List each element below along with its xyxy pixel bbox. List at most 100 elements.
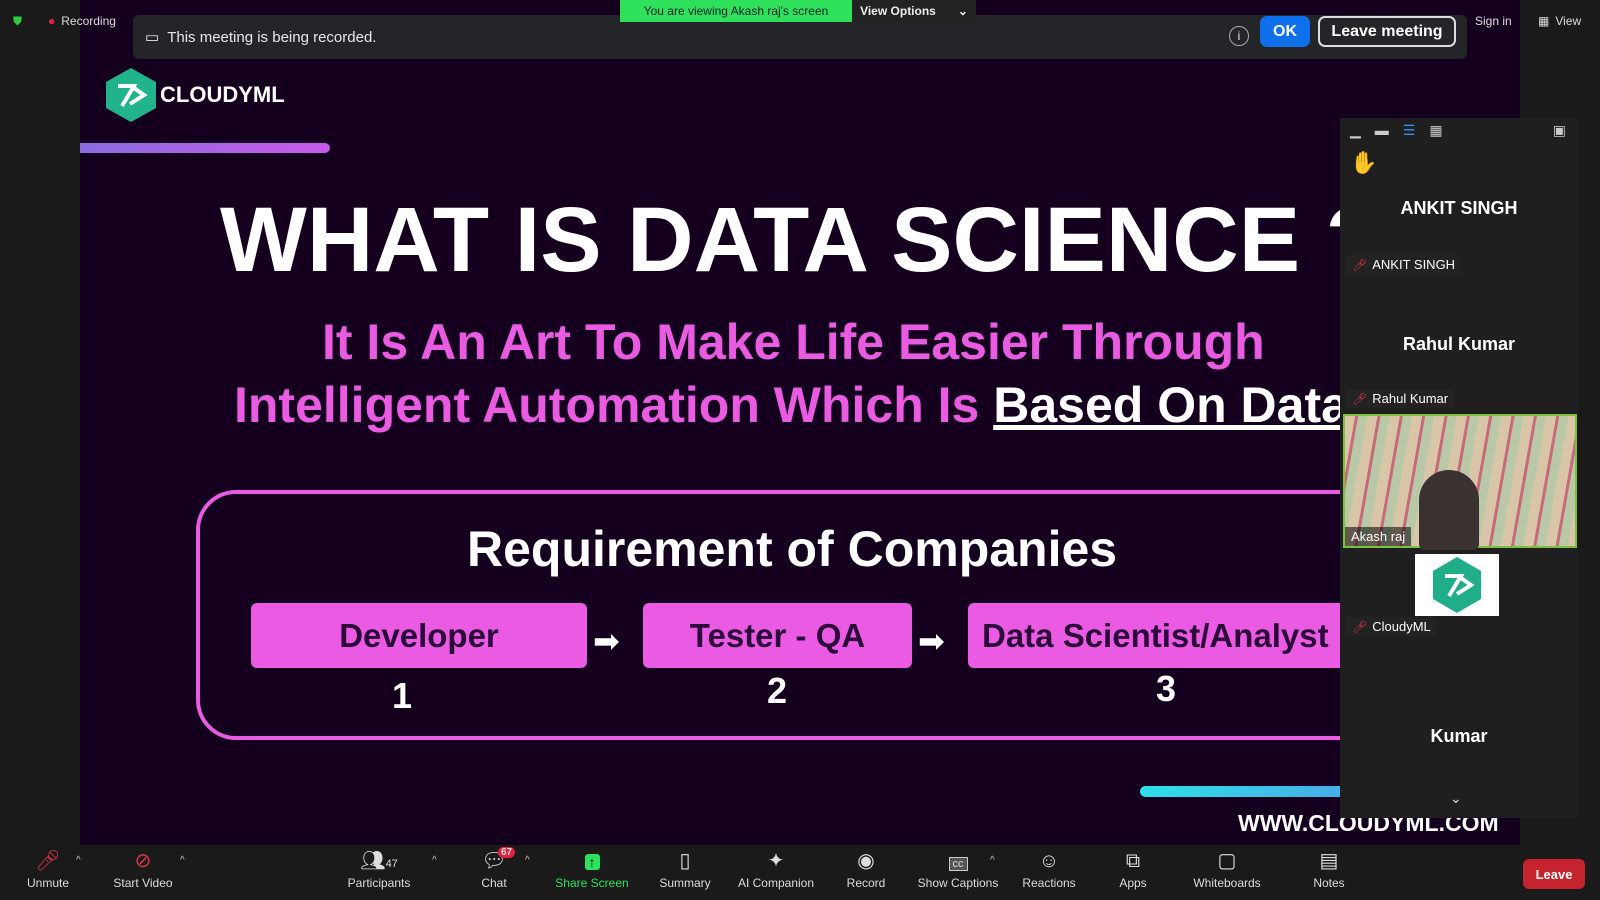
whiteboard-icon: ▢ <box>1217 850 1237 872</box>
mic-muted-icon: 🎤︎ <box>35 850 61 872</box>
caret-up-icon[interactable]: ^ <box>990 855 995 866</box>
caret-up-icon[interactable]: ^ <box>432 855 437 866</box>
record-button[interactable]: ◉ Record <box>843 849 889 890</box>
box-title: Requirement of Companies <box>467 521 1118 577</box>
camera-icon: ▭ <box>145 29 160 46</box>
label: Record <box>846 876 886 890</box>
label: Apps <box>1119 876 1147 890</box>
strip-view-icon[interactable]: ☰ <box>1403 122 1416 139</box>
recording-label: Recording <box>61 14 116 28</box>
sign-in-button[interactable]: Sign in <box>1475 10 1512 32</box>
reactions-button[interactable]: ☺ Reactions <box>1020 849 1078 890</box>
security-badge[interactable]: ⛊ <box>13 10 22 32</box>
subtitle-prefix: Intelligent Automation Which Is <box>234 377 994 433</box>
participant-name: Rahul Kumar <box>1372 391 1449 406</box>
label: Notes <box>1313 876 1345 890</box>
accent-bar <box>80 143 330 153</box>
participant-name: Akash raj <box>1351 529 1406 544</box>
captions-icon: cc <box>915 849 1001 873</box>
mic-muted-icon: 🎤︎ <box>1352 619 1368 634</box>
notes-icon: ▤ <box>1319 850 1339 872</box>
speaker-view-icon[interactable]: ▬ <box>1375 122 1389 139</box>
summary-button[interactable]: ▯ Summary <box>655 849 715 890</box>
view-options-label: View Options <box>860 4 936 18</box>
participants-icon: 👥︎47 <box>360 850 398 872</box>
show-captions-button[interactable]: cc Show Captions <box>915 849 1001 890</box>
scroll-down-icon[interactable]: ⌄ <box>1450 790 1462 807</box>
caret-up-icon[interactable]: ^ <box>76 855 81 866</box>
record-dot-icon: ● <box>48 14 56 28</box>
participant-tile[interactable]: ANKIT SINGH 🎤︎ ANKIT SINGH <box>1340 140 1578 274</box>
pop-out-icon[interactable]: ▣ <box>1553 122 1566 139</box>
cloudyml-avatar <box>1415 554 1499 616</box>
subtitle-line2: Intelligent Automation Which Is Based On… <box>234 376 1349 434</box>
step-tester: Tester - QA <box>643 603 912 668</box>
view-button[interactable]: ▦ View <box>1538 10 1581 32</box>
label: Chat <box>481 876 507 890</box>
unmute-button[interactable]: 🎤︎ Unmute <box>20 849 76 890</box>
video-tile-akash[interactable]: Akash raj <box>1343 414 1577 550</box>
label: Participants <box>347 876 411 890</box>
step-developer: Developer <box>251 603 587 668</box>
label: Start Video <box>113 876 173 890</box>
label: Share Screen <box>555 876 629 890</box>
whiteboards-button[interactable]: ▢ Whiteboards <box>1187 849 1267 890</box>
chevron-down-icon: ⌄ <box>957 4 968 18</box>
chat-button[interactable]: 💬︎ Chat 67 <box>474 847 516 890</box>
subtitle-underlined: Based On Data <box>993 377 1349 433</box>
step-number: 2 <box>767 670 788 711</box>
viewing-banner: You are viewing Akash raj's screen <box>620 0 852 22</box>
reactions-icon: ☺ <box>1038 850 1060 872</box>
step-number: 1 <box>392 675 413 716</box>
caret-up-icon[interactable]: ^ <box>525 855 530 866</box>
slide-title: WHAT IS DATA SCIENCE ? <box>220 189 1382 291</box>
leave-button[interactable]: Leave <box>1523 859 1585 889</box>
step-number: 3 <box>1156 668 1177 709</box>
label: AI Companion <box>737 876 815 890</box>
recording-indicator[interactable]: ● Recording <box>48 10 116 32</box>
view-icon: ▦ <box>1538 14 1550 28</box>
meeting-toolbar: 🎤︎ Unmute ^ ⊘ Start Video ^ 👥︎47 Participan… <box>0 845 1600 900</box>
arrow-icon: ➡ <box>593 623 620 659</box>
participant-name: CloudyML <box>1372 619 1431 634</box>
leave-meeting-button[interactable]: Leave meeting <box>1318 16 1456 47</box>
participant-tile[interactable]: Rahul Kumar 🎤︎ Rahul Kumar <box>1340 274 1578 408</box>
participant-tile[interactable]: 🎤︎ CloudyML <box>1340 550 1578 684</box>
video-off-icon: ⊘ <box>134 850 152 872</box>
step-data-scientist: Data Scientist/Analyst <box>968 603 1368 668</box>
participant-video <box>1419 470 1479 550</box>
gallery-view-icon[interactable]: ▦ <box>1429 122 1442 139</box>
participant-display-name: Rahul Kumar <box>1402 334 1516 354</box>
share-screen-button[interactable]: ↑ Share Screen <box>552 849 632 890</box>
mic-muted-icon: 🎤︎ <box>1352 391 1368 406</box>
mic-muted-icon: 🎤︎ <box>1352 257 1368 272</box>
info-icon[interactable]: i <box>1229 26 1249 46</box>
summary-icon: ▯ <box>679 850 691 872</box>
arrow-icon: ➡ <box>918 623 945 659</box>
view-options-button[interactable]: View Options ⌄ <box>852 0 976 22</box>
ok-button[interactable]: OK <box>1260 16 1310 47</box>
label: Reactions <box>1022 876 1076 890</box>
caret-up-icon[interactable]: ^ <box>180 855 185 866</box>
ai-companion-button[interactable]: ✦ AI Companion <box>733 849 819 890</box>
start-video-button[interactable]: ⊘ Start Video <box>108 849 178 890</box>
participant-name: ANKIT SINGH <box>1372 257 1456 272</box>
sparkle-icon: ✦ <box>767 850 785 872</box>
record-icon: ◉ <box>857 850 875 872</box>
label: Whiteboards <box>1193 876 1261 890</box>
participants-count: 47 <box>385 858 398 870</box>
participant-panel: ▁ ▬ ☰ ▦ ▣ ✋ ANKIT SINGH 🎤︎ ANKIT SINGH Rah… <box>1340 118 1578 818</box>
shield-icon: ⛊ <box>13 13 23 28</box>
minimize-icon[interactable]: ▁ <box>1350 122 1361 139</box>
participant-display-name: Kumar <box>1430 726 1488 746</box>
brand-name: CLOUDYML <box>160 82 285 107</box>
banner-text: This meeting is being recorded. <box>167 28 377 46</box>
participant-display-name: ANKIT SINGH <box>1400 198 1518 218</box>
participants-button[interactable]: 👥︎47 Participants <box>340 849 418 890</box>
notes-button[interactable]: ▤ Notes <box>1310 849 1348 890</box>
label: Summary <box>659 876 711 890</box>
apps-button[interactable]: ⧉ Apps <box>1115 849 1151 890</box>
cloudyml-logo <box>106 68 156 122</box>
chat-badge: 67 <box>498 847 516 858</box>
accent-bar <box>1140 786 1360 797</box>
